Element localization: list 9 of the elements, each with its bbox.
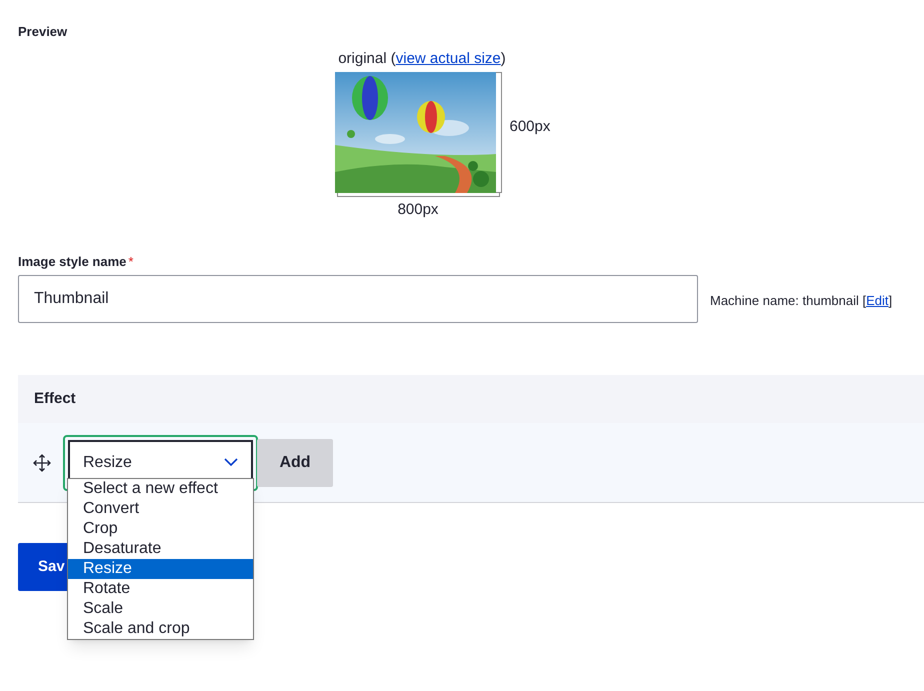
width-label: 800px	[398, 200, 438, 220]
machine-name: Machine name: thumbnail [Edit]	[710, 292, 892, 310]
section-label: Preview	[18, 23, 68, 41]
height-label: 600px	[510, 116, 552, 136]
required-mark: *	[128, 252, 134, 270]
column-heading: Effect	[34, 388, 76, 409]
field-label: Image style name	[18, 252, 126, 271]
select-value: Resize	[83, 452, 132, 472]
image-caption: original (view actual size)	[338, 48, 506, 68]
